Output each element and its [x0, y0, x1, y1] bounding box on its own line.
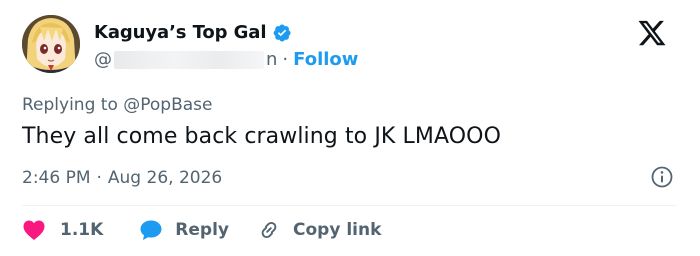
link-icon — [261, 221, 277, 239]
handle-suffix[interactable]: n — [266, 49, 277, 70]
divider — [22, 205, 676, 206]
tweet-timestamp[interactable]: 2:46 PM · Aug 26, 2026 — [22, 168, 222, 188]
handle-prefix[interactable]: @ — [94, 49, 112, 70]
tweet-time: 2:46 PM — [22, 168, 91, 188]
like-button[interactable]: 1.1K — [22, 219, 103, 241]
anime-avatar-image — [22, 15, 80, 73]
reply-bubble-icon — [140, 220, 162, 240]
tweet-date: Aug 26, 2026 — [107, 168, 223, 188]
author-display-name[interactable]: Kaguya’s Top Gal — [94, 22, 266, 43]
x-logo-icon[interactable] — [636, 18, 668, 48]
copy-link-button[interactable]: Copy link — [257, 218, 381, 242]
like-count: 1.1K — [60, 220, 104, 240]
action-bar: 1.1K Reply Copy link — [22, 216, 381, 244]
reply-button[interactable]: Reply — [139, 219, 229, 241]
reply-label: Reply — [175, 220, 229, 240]
redacted-handle — [114, 50, 264, 69]
tweet-card: Kaguya’s Top Gal @ n · Follow Replying t… — [0, 0, 700, 256]
copy-link-label: Copy link — [293, 220, 382, 240]
verified-badge-icon — [272, 23, 292, 43]
author-name-row: Kaguya’s Top Gal — [94, 22, 292, 43]
heart-icon — [23, 220, 45, 240]
replying-to-text[interactable]: Replying to @PopBase — [22, 95, 212, 115]
author-handle-row: @ n · Follow — [94, 49, 358, 70]
tweet-body-text: They all come back crawling to JK LMAOOO — [22, 124, 501, 149]
handle-separator: · — [282, 49, 289, 70]
follow-button[interactable]: Follow — [293, 49, 358, 70]
timestamp-separator: · — [96, 168, 102, 188]
info-icon[interactable] — [650, 165, 674, 189]
avatar[interactable] — [22, 15, 80, 73]
